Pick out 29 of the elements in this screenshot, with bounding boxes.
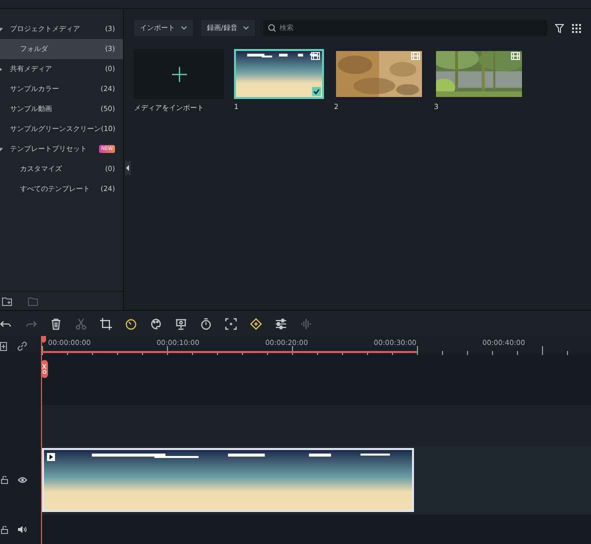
film-icon: [311, 52, 320, 60]
trash-icon[interactable]: [50, 318, 62, 330]
new-folder-icon[interactable]: [2, 296, 12, 306]
playhead-scissors-icon[interactable]: [41, 360, 48, 378]
presentation-icon[interactable]: [175, 318, 187, 330]
diamond-icon[interactable]: [250, 318, 262, 330]
stopwatch-icon[interactable]: [200, 318, 212, 330]
chevron-icon: [243, 26, 250, 30]
sliders-icon[interactable]: [275, 318, 287, 330]
grid-icon[interactable]: [572, 24, 581, 32]
plus-icon: [172, 66, 186, 82]
search-icon: [268, 24, 276, 32]
add-track-icon[interactable]: [0, 340, 7, 350]
lock-icon[interactable]: [1, 526, 8, 534]
crop-icon[interactable]: [100, 318, 112, 330]
check-icon: [312, 87, 321, 96]
chevron-icon: [181, 26, 187, 30]
play-icon: [47, 453, 55, 461]
eye-icon[interactable]: [18, 477, 27, 483]
import-media-tile[interactable]: [134, 49, 224, 99]
film-icon: [511, 52, 520, 60]
filter-icon[interactable]: [555, 24, 564, 32]
film-icon: [411, 52, 420, 60]
frame-icon[interactable]: [225, 318, 237, 330]
speaker-icon[interactable]: [18, 526, 27, 533]
palette-icon[interactable]: [150, 318, 162, 330]
lock-icon[interactable]: [1, 476, 8, 484]
link-icon[interactable]: [17, 340, 27, 350]
speedometer-icon[interactable]: [125, 318, 137, 330]
